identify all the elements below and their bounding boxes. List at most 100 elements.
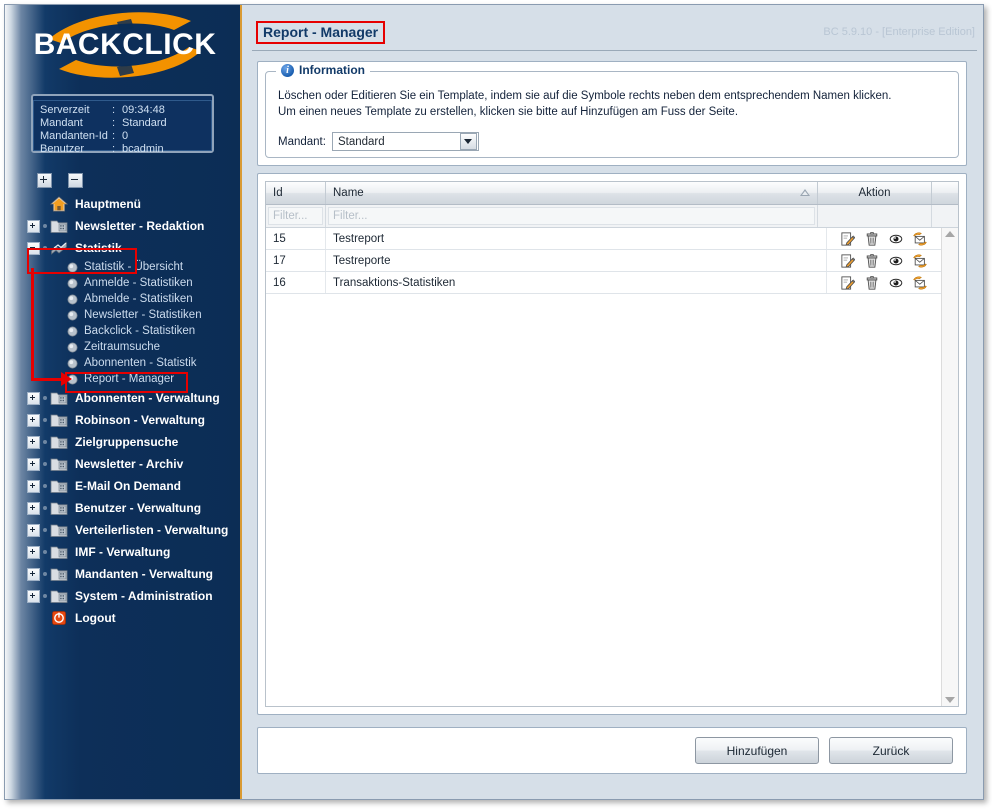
scroll-down-icon[interactable] <box>945 697 955 703</box>
expand-icon[interactable] <box>27 545 40 559</box>
sidebar-item-imf-verwaltung[interactable]: IMF - Verwaltung <box>5 541 242 563</box>
tree-dot <box>43 528 47 532</box>
expand-icon[interactable] <box>27 391 40 405</box>
sidebar-subitem-abonnenten-statistik[interactable]: Abonnenten - Statistik <box>5 355 242 371</box>
sidebar-subitem-newsletter-statistiken[interactable]: Newsletter - Statistiken <box>5 307 242 323</box>
sidebar-item-abonnenten-verwaltung[interactable]: Abonnenten - Verwaltung <box>5 387 242 409</box>
filter-input-id[interactable]: Filter... <box>268 207 323 225</box>
delete-icon[interactable] <box>865 253 879 268</box>
sidebar: BACKCLICK Serverzeit:09:34:48 Mandant: St… <box>5 5 242 799</box>
send-mail-icon[interactable] <box>913 232 927 246</box>
sidebar-item-label: Abonnenten - Verwaltung <box>75 391 220 405</box>
tree-dot <box>43 396 47 400</box>
expand-icon[interactable] <box>27 501 40 515</box>
expand-icon[interactable] <box>27 589 40 603</box>
tree-controls <box>37 173 83 188</box>
info-colon: : <box>112 130 116 142</box>
sidebar-item-label: E-Mail On Demand <box>75 479 182 493</box>
table-row[interactable]: 16 Transaktions-Statistiken <box>266 272 941 294</box>
sidebar-item-mandanten-verwaltung[interactable]: Mandanten - Verwaltung <box>5 563 242 585</box>
expand-icon[interactable] <box>27 567 40 581</box>
collapse-icon[interactable] <box>27 241 40 255</box>
folder-icon <box>50 414 68 427</box>
sidebar-subnav-statistik: Statistik - Übersicht Anmelde - Statisti… <box>5 259 242 387</box>
preview-icon[interactable] <box>889 254 903 268</box>
tree-dot <box>43 440 47 444</box>
table-body: 15 Testreport 17 Testreporte 16 Transakt… <box>266 228 958 706</box>
delete-icon[interactable] <box>865 231 879 246</box>
sidebar-item-label: Zielgruppensuche <box>75 435 179 449</box>
expand-icon[interactable] <box>27 479 40 493</box>
edit-icon[interactable] <box>841 231 855 246</box>
tree-dot <box>43 550 47 554</box>
column-header-spacer <box>932 182 958 204</box>
mandant-select[interactable]: Standard <box>331 132 479 151</box>
cell-name: Testreporte <box>326 250 827 271</box>
back-button[interactable]: Zurück <box>829 737 953 764</box>
edit-icon[interactable] <box>841 275 855 290</box>
sidebar-item-newsletter-archiv[interactable]: Newsletter - Archiv <box>5 453 242 475</box>
mandant-row: Mandant: Standard <box>278 132 479 151</box>
folder-icon <box>50 220 68 233</box>
sidebar-item-system-administration[interactable]: System - Administration <box>5 585 242 607</box>
edit-icon[interactable] <box>841 253 855 268</box>
expand-all-icon[interactable] <box>37 173 52 188</box>
logo[interactable]: BACKCLICK <box>31 5 242 83</box>
table-rows: 15 Testreport 17 Testreporte 16 Transakt… <box>266 228 941 706</box>
sidebar-subitem-zeitraumsuche[interactable]: Zeitraumsuche <box>5 339 242 355</box>
cell-actions <box>827 228 941 249</box>
sort-ascending-icon <box>800 189 810 196</box>
info-label-mandanten-id: Mandanten-Id <box>40 130 108 142</box>
preview-icon[interactable] <box>889 276 903 290</box>
report-table: Id Name Aktion Filter... Filter... 15 Te… <box>265 181 959 707</box>
sidebar-item-label: Newsletter - Archiv <box>75 457 184 471</box>
chevron-down-icon[interactable] <box>459 133 477 150</box>
sidebar-subitem-statistik-uebersicht[interactable]: Statistik - Übersicht <box>5 259 242 275</box>
sidebar-item-email-on-demand[interactable]: E-Mail On Demand <box>5 475 242 497</box>
sidebar-item-benutzer-verwaltung[interactable]: Benutzer - Verwaltung <box>5 497 242 519</box>
sidebar-item-label: System - Administration <box>75 589 213 603</box>
folder-icon <box>50 480 68 493</box>
sidebar-item-statistik[interactable]: Statistik <box>5 237 242 259</box>
tree-dot <box>43 594 47 598</box>
sidebar-subitem-anmelde-statistiken[interactable]: Anmelde - Statistiken <box>5 275 242 291</box>
sidebar-item-label: Hauptmenü <box>75 197 141 211</box>
expand-icon[interactable] <box>27 413 40 427</box>
delete-icon[interactable] <box>865 275 879 290</box>
send-mail-icon[interactable] <box>913 276 927 290</box>
sidebar-item-zielgruppensuche[interactable]: Zielgruppensuche <box>5 431 242 453</box>
sidebar-item-label: Robinson - Verwaltung <box>75 413 206 427</box>
cell-actions <box>827 272 941 293</box>
column-header-id[interactable]: Id <box>266 182 326 204</box>
scroll-up-icon[interactable] <box>945 231 955 237</box>
sidebar-subitem-backclick-statistiken[interactable]: Backclick - Statistiken <box>5 323 242 339</box>
sidebar-subitem-abmelde-statistiken[interactable]: Abmelde - Statistiken <box>5 291 242 307</box>
info-icon: i <box>281 63 294 77</box>
table-vertical-scrollbar[interactable] <box>941 228 958 706</box>
footer-bar: Hinzufügen Zurück <box>257 727 967 774</box>
sidebar-item-robinson-verwaltung[interactable]: Robinson - Verwaltung <box>5 409 242 431</box>
add-button[interactable]: Hinzufügen <box>695 737 819 764</box>
filter-input-name[interactable]: Filter... <box>328 207 815 225</box>
tree-dot <box>43 462 47 466</box>
expand-icon[interactable] <box>27 457 40 471</box>
table-row[interactable]: 15 Testreport <box>266 228 941 250</box>
cell-actions <box>827 250 941 271</box>
collapse-all-icon[interactable] <box>68 173 83 188</box>
send-mail-icon[interactable] <box>913 254 927 268</box>
info-row-benutzer: Benutzer: bcadmin <box>40 143 205 156</box>
sidebar-item-verteilerlisten-verwaltung[interactable]: Verteilerlisten - Verwaltung <box>5 519 242 541</box>
sidebar-item-logout[interactable]: Logout <box>5 607 242 629</box>
sidebar-nav: Hauptmenü Newsletter - Redaktion Statist… <box>5 193 242 629</box>
expand-icon[interactable] <box>27 523 40 537</box>
expand-icon[interactable] <box>27 219 40 233</box>
expand-icon[interactable] <box>27 435 40 449</box>
sidebar-subitem-label: Abmelde - Statistiken <box>84 293 193 305</box>
sidebar-item-hauptmenu[interactable]: Hauptmenü <box>5 193 242 215</box>
preview-icon[interactable] <box>889 232 903 246</box>
info-label-serverzeit: Serverzeit <box>40 104 90 116</box>
table-row[interactable]: 17 Testreporte <box>266 250 941 272</box>
sidebar-item-newsletter-redaktion[interactable]: Newsletter - Redaktion <box>5 215 242 237</box>
server-info-inner: Serverzeit:09:34:48 Mandant: Standard Man… <box>33 100 212 155</box>
column-header-name[interactable]: Name <box>326 182 818 204</box>
